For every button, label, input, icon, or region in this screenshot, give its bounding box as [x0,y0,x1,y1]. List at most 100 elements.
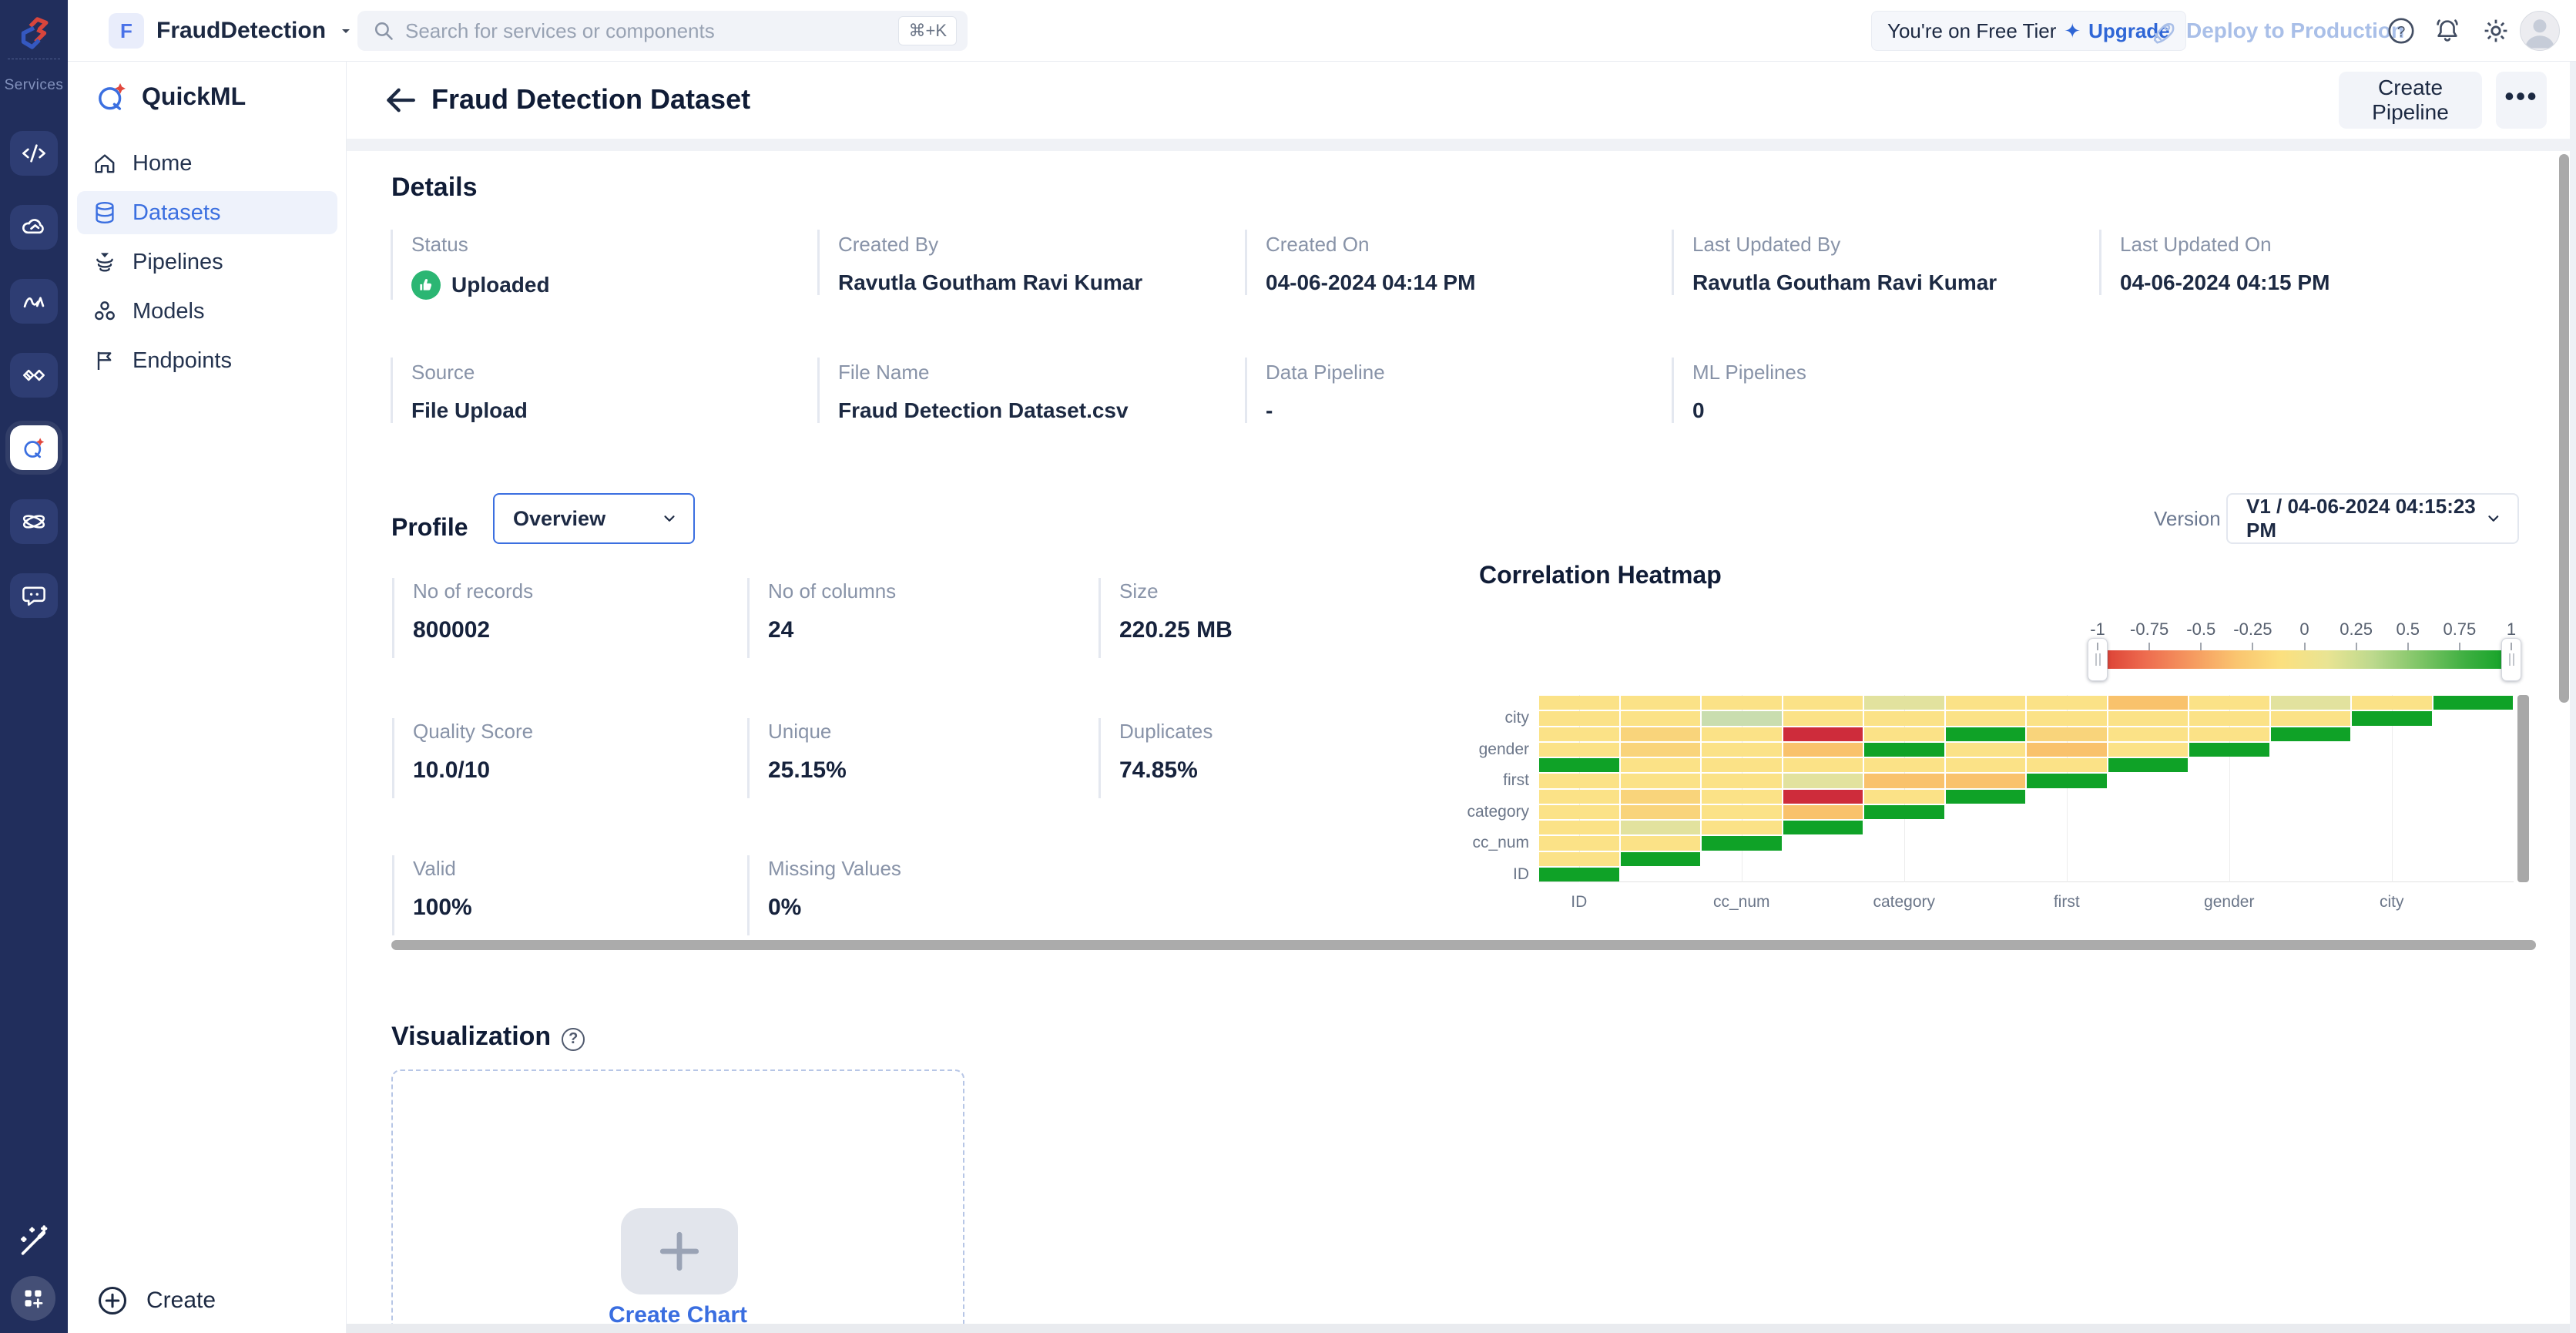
heatmap-cell [1864,774,1944,788]
profile-heading: Profile [391,513,468,541]
colorbar-tick-label: 0.5 [2396,619,2420,639]
heatmap-cell [1864,804,1944,819]
sidebar-item-label: Home [132,150,193,176]
stat-value: 220.25 MB [1119,617,1233,643]
gear-icon[interactable] [2480,15,2511,46]
free-tier-pill[interactable]: You're on Free Tier ✦ Upgrade [1871,11,2186,51]
colorbar-gradient [2098,650,2511,669]
heatmap-cell [1702,696,1782,710]
rail-item-quickml-active[interactable] [10,425,58,470]
project-switcher[interactable]: F FraudDetection [109,12,354,49]
heatmap-cell [2433,696,2513,710]
help-icon[interactable]: ? [2386,16,2416,45]
rail-item-chat[interactable] [10,573,58,618]
stat-label: No of records [413,579,534,603]
heatmap-x-label: first [2053,893,2080,911]
create-pipeline-button[interactable]: Create Pipeline [2339,72,2482,129]
heatmap-cell [2027,727,2107,741]
rail-item-cloud-scale[interactable] [10,205,58,250]
global-search[interactable]: ⌘+K [357,11,968,51]
heatmap-cell [1702,804,1782,819]
heatmap-cell [1702,836,1782,851]
heatmap-cell [1783,804,1863,819]
plus-square [621,1208,738,1294]
heatmap-cell [1783,696,1863,710]
sidebar-create-button[interactable]: Create [96,1284,216,1318]
colorbar-tick-mark [2355,643,2357,650]
all-apps-button[interactable] [11,1276,55,1321]
colorbar-tick-mark [2252,643,2254,650]
heatmap-cell [1620,804,1700,819]
stat-value: 24 [768,617,794,643]
heatmap-cell [1620,836,1700,851]
heatmap-title: Correlation Heatmap [1479,561,1722,589]
horizontal-scrollbar[interactable] [391,940,2536,950]
stat-label: Valid [413,857,456,880]
heatmap-cell [1945,727,2025,741]
catalyst-logo-icon[interactable] [12,12,55,54]
more-options-button[interactable]: ••• [2496,72,2547,129]
diamonds-icon [22,369,45,381]
heatmap-cell [1783,789,1863,804]
rail-services-label: Services [4,77,64,93]
heatmap-cell [1620,711,1700,726]
deploy-to-production-button[interactable]: Deploy to Production [2151,0,2404,62]
heatmap-cell [2189,727,2269,741]
visualization-help-icon[interactable]: ? [562,1027,585,1051]
heatmap-cell [2352,711,2432,726]
profile-view-value: Overview [513,506,606,530]
heatmap-grid[interactable]: city gender first category cc_num ID ID cc_num c… [1467,695,2514,911]
sidebar-item-models[interactable]: Models [77,290,337,333]
heatmap-cell [1864,696,1944,710]
rail-item-integrations[interactable] [10,353,58,398]
search-input[interactable] [405,18,899,43]
bell-icon[interactable] [2433,16,2462,45]
rail-item-orbit[interactable] [10,499,58,544]
heatmap-x-label: city [2380,893,2404,911]
heatmap-x-label: ID [1571,893,1588,911]
chevron-down-icon [664,515,675,522]
colorbar-tick-label: -0.5 [2186,619,2216,639]
colorbar-tick-label: 1 [2506,619,2517,639]
magic-wand-icon[interactable] [15,1222,52,1259]
stat-value: 25.15% [768,757,847,783]
heatmap-cell [2027,696,2107,710]
colorbar-tick-label: -0.25 [2233,619,2272,639]
heatmap-cell [1945,711,2025,726]
sidebar-item-datasets[interactable]: Datasets [77,191,337,234]
colorbar-tick-mark [2511,643,2512,650]
heatmap-cell [1620,851,1700,866]
sparkle-icon: ✦ [2064,18,2081,42]
sidebar-nav: Home Datasets Pipelines Models Endpoints [77,142,337,388]
chat-face-icon [22,586,45,606]
heatmap-scrollbar[interactable] [2517,695,2529,882]
field-status: Status Uploaded [391,230,753,300]
bottom-scroll-track[interactable] [347,1324,2576,1333]
stat-label: Missing Values [768,857,901,880]
sidebar-item-label: Pipelines [132,249,223,274]
heatmap-y-label: ID [1513,865,1529,883]
heatmap-cell [1702,727,1782,741]
stat-value: 0% [768,895,802,920]
create-chart-card[interactable]: Create Chart [391,1069,964,1333]
page-vertical-scrollbar[interactable] [2559,154,2569,703]
heatmap-cell [2027,742,2107,757]
sidebar-item-home[interactable]: Home [77,142,337,185]
field-created-on: Created On 04-06-2024 04:14 PM [1245,230,1607,295]
back-arrow-icon[interactable] [382,82,419,119]
rail-item-functions[interactable] [10,131,58,176]
field-ml-pipelines: ML Pipelines 0 [1672,358,2034,423]
heatmap-cell [1945,758,2025,773]
user-avatar[interactable] [2520,11,2560,51]
profile-view-select[interactable]: Overview [493,493,695,544]
stat-label: Size [1119,579,1159,603]
rail-item-zia[interactable] [10,279,58,324]
version-select[interactable]: V1 / 04-06-2024 04:15:23 PM [2226,493,2519,544]
sidebar-item-pipelines[interactable]: Pipelines [77,240,337,284]
sidebar-item-endpoints[interactable]: Endpoints [77,339,337,382]
heatmap-cell [1539,758,1619,773]
heatmap-cell [2352,696,2432,710]
plus-icon [659,1231,699,1271]
heatmap-cell [1864,711,1944,726]
heatmap-cell [1702,758,1782,773]
